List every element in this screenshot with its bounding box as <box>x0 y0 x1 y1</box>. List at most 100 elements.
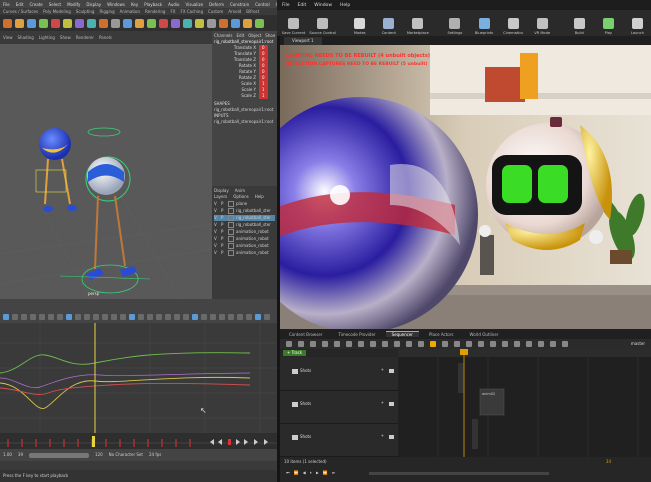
graph-tool-icon[interactable] <box>201 313 207 320</box>
panel-menu-view[interactable]: View <box>3 35 13 40</box>
layer-toggle[interactable]: V <box>214 222 219 228</box>
shelf-tool-icon[interactable] <box>15 18 24 28</box>
range-bar[interactable] <box>29 452 89 458</box>
channel-attr-value[interactable]: 1 <box>259 93 268 99</box>
menu-deform[interactable]: Deform <box>209 2 224 7</box>
add-shot-icon[interactable]: + <box>381 400 384 406</box>
pause-icon[interactable]: ⏸ <box>310 470 312 476</box>
layer-menu-item[interactable]: Options <box>233 194 248 200</box>
graph-tool-icon[interactable] <box>246 313 252 320</box>
layer-toggle[interactable]: V <box>214 201 219 207</box>
sequencer-tool-icon[interactable] <box>538 341 544 347</box>
shelf-tab[interactable]: Custom <box>208 9 223 14</box>
sequencer-tool-icon[interactable] <box>478 341 484 347</box>
unreal-viewport[interactable]: LIGHTING NEEDS TO BE REBUILT (4 unbuilt … <box>280 45 651 329</box>
shelf-tool-icon[interactable] <box>27 18 36 28</box>
graph-tool-icon[interactable] <box>255 313 261 320</box>
graph-tool-icon[interactable] <box>30 313 36 320</box>
toolbar-cinematics-button[interactable]: Cinematics <box>500 11 527 35</box>
ue-menu-edit[interactable]: Edit <box>298 3 307 8</box>
panel-menu-show[interactable]: Show <box>60 35 71 40</box>
shelf-tab[interactable]: Curves / Surfaces <box>3 9 38 14</box>
layer-row[interactable]: V Panimation_robot <box>214 229 275 235</box>
graph-tool-icon[interactable] <box>174 313 180 320</box>
shelf-tab[interactable]: Arnold <box>228 9 241 14</box>
panel-tab-place-actors[interactable]: Place Actors <box>423 332 460 337</box>
layer-menu-item[interactable]: Help <box>255 194 264 200</box>
graph-tool-icon[interactable] <box>219 313 225 320</box>
layer-toggle[interactable]: P <box>221 201 226 207</box>
shelf-tab[interactable]: Sculpting <box>76 9 95 14</box>
step-back-icon[interactable]: ⏪ <box>294 470 299 476</box>
shelf-tab[interactable]: Rendering <box>145 9 165 14</box>
shelf-tool-icon[interactable] <box>171 18 180 28</box>
graph-tool-icon[interactable] <box>75 313 81 320</box>
graph-tool-icon[interactable] <box>228 313 234 320</box>
sequencer-tool-icon[interactable] <box>370 341 376 347</box>
panel-tab-content-browser[interactable]: Content Browser <box>283 332 328 337</box>
shelf-tab[interactable]: Rigging <box>99 9 114 14</box>
viewport-tab[interactable]: Viewport 1 <box>284 37 322 45</box>
menu-select[interactable]: Select <box>49 2 61 7</box>
current-frame[interactable]: 39 <box>18 452 23 458</box>
shelf-tool-icon[interactable] <box>87 18 96 28</box>
toolbar-modes-button[interactable]: Modes <box>346 11 373 35</box>
sequencer-tool-icon[interactable] <box>394 341 400 347</box>
layer-row[interactable]: V Panimation_robot <box>214 236 275 242</box>
layer-toggle[interactable]: V <box>214 215 219 221</box>
toolbar-marketplace-button[interactable]: Marketplace <box>404 11 431 35</box>
layer-row[interactable]: V Prig_robotball_ster <box>214 208 275 214</box>
menu-windows[interactable]: Windows <box>107 2 125 7</box>
shelf-tool-icon[interactable] <box>51 18 60 28</box>
shelf-tab[interactable]: FX Caching <box>181 9 203 14</box>
shelf-tab[interactable]: Bifrost <box>246 9 259 14</box>
sequencer-tool-icon[interactable] <box>322 341 328 347</box>
time-slider[interactable] <box>0 433 277 449</box>
layer-row[interactable]: V Pplane <box>214 201 275 207</box>
toolbar-content-button[interactable]: Content <box>375 11 402 35</box>
layer-toggle[interactable]: V <box>214 250 219 256</box>
sequencer-tool-icon[interactable] <box>442 341 448 347</box>
timeline-scrollbar[interactable] <box>369 471 550 475</box>
graph-tool-icon[interactable] <box>57 313 63 320</box>
graph-tool-icon[interactable] <box>165 313 171 320</box>
sequencer-track[interactable]: Shots + <box>280 357 398 391</box>
graph-tool-icon[interactable] <box>129 313 135 320</box>
graph-tool-icon[interactable] <box>138 313 144 320</box>
step-forward-icon[interactable]: ⏩ <box>323 470 328 476</box>
layer-toggle[interactable]: P <box>221 229 226 235</box>
sequencer-tool-icon[interactable] <box>502 341 508 347</box>
sequencer-timeline[interactable]: anim02 <box>398 349 651 457</box>
camera-icon[interactable] <box>389 435 394 439</box>
layer-toggle[interactable]: P <box>221 250 226 256</box>
sequencer-track[interactable]: Shots + <box>280 390 398 424</box>
sequencer-tool-icon[interactable] <box>466 341 472 347</box>
shelf-tool-icon[interactable] <box>111 18 120 28</box>
menu-control[interactable]: Control <box>255 2 269 7</box>
sequencer-tool-icon[interactable] <box>406 341 412 347</box>
add-track-button[interactable]: + Track <box>283 350 307 356</box>
sequencer-tool-icon[interactable] <box>490 341 496 347</box>
camera-icon[interactable] <box>389 369 394 373</box>
toolbar-launch-button[interactable]: Launch <box>624 11 651 35</box>
sequencer-tool-icon[interactable] <box>418 341 424 347</box>
sequencer-tool-icon[interactable] <box>514 341 520 347</box>
layer-row[interactable]: V Panimation_robot <box>214 243 275 249</box>
play-back-icon[interactable]: ◀ <box>303 470 306 476</box>
menu-modify[interactable]: Modify <box>67 2 80 7</box>
sequencer-tool-icon[interactable] <box>346 341 352 347</box>
layer-toggle[interactable]: V <box>214 236 219 242</box>
panel-tab-world-outliner[interactable]: World Outliner <box>463 332 504 337</box>
menu-playback[interactable]: Playback <box>144 2 162 7</box>
panel-menu-lighting[interactable]: Lighting <box>39 35 55 40</box>
graph-tool-icon[interactable] <box>210 313 216 320</box>
layer-toggle[interactable]: P <box>221 222 226 228</box>
shelf-tool-icon[interactable] <box>195 18 204 28</box>
shelf-tool-icon[interactable] <box>243 18 252 28</box>
layer-toggle[interactable]: P <box>221 236 226 242</box>
layer-toggle[interactable]: V <box>214 208 219 214</box>
graph-tool-icon[interactable] <box>237 313 243 320</box>
character-set[interactable]: No Character Set <box>109 452 143 458</box>
maya-viewport[interactable]: persp <box>0 44 212 299</box>
menu-audio[interactable]: Audio <box>168 2 179 7</box>
